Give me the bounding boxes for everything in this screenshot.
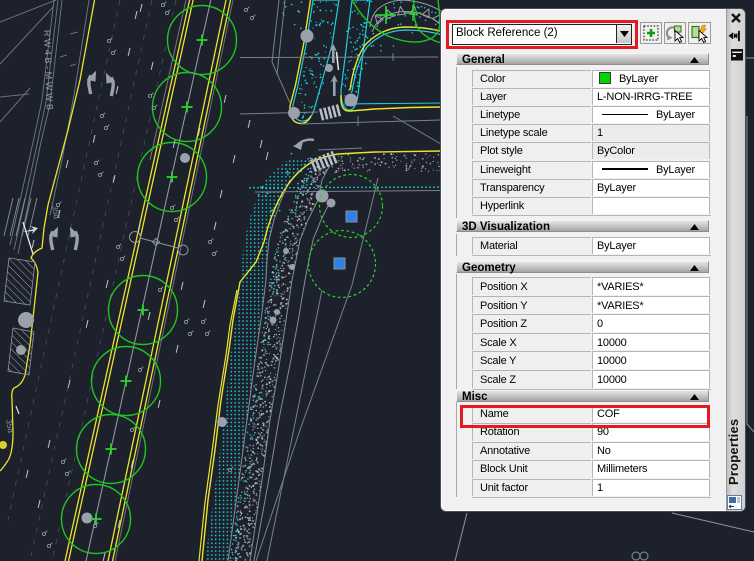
svg-text:RW4B-MWWB: RW4B-MWWB	[42, 30, 55, 113]
svg-text:35d: 35d	[4, 419, 15, 434]
svg-text:35d: 35d	[50, 205, 61, 220]
